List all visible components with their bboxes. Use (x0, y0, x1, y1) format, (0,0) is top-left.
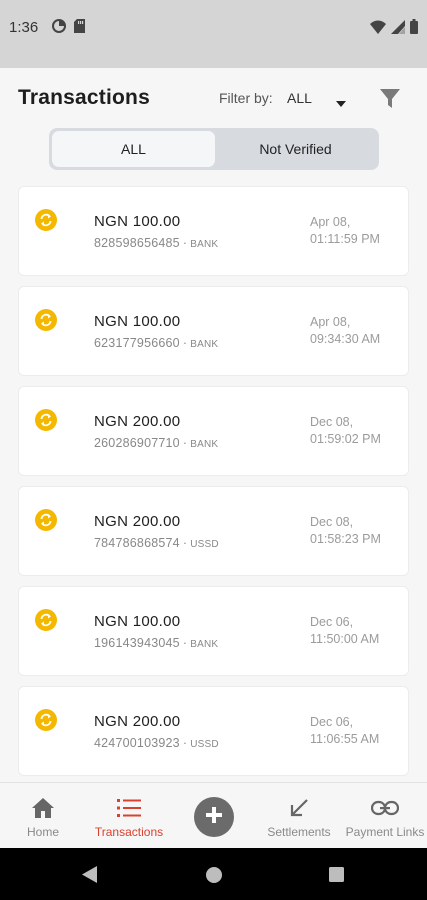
header: Transactions Filter by: ALL (0, 68, 427, 128)
transaction-reference: 260286907710 · BANK (94, 436, 219, 450)
transaction-card[interactable]: NGN 100.00 196143943045 · BANK Dec 06, 11:5… (18, 586, 409, 676)
transaction-date: Dec 06, 11:06:55 AM (310, 715, 380, 746)
transaction-date: Dec 08, 01:59:02 PM (310, 415, 381, 446)
filter-label: Filter by: (219, 90, 273, 106)
tab-not-verified[interactable]: Not Verified (215, 131, 376, 167)
transaction-amount: NGN 200.00 (94, 413, 181, 430)
home-icon (31, 795, 55, 821)
transaction-date: Dec 08, 01:58:23 PM (310, 515, 381, 546)
cell-signal-icon (391, 19, 405, 39)
transaction-card[interactable]: NGN 200.00 784786868574 · USSD Dec 08, 01:5… (18, 486, 409, 576)
chevron-down-icon[interactable] (336, 94, 346, 112)
transaction-reference: 196143943045 · BANK (94, 636, 219, 650)
transactions-screen: Transactions Filter by: ALL ALL Not Veri… (0, 68, 427, 782)
transaction-amount: NGN 100.00 (94, 313, 181, 330)
sync-pending-icon (35, 409, 57, 431)
link-icon (371, 795, 399, 821)
add-icon (204, 805, 224, 830)
transaction-date: Apr 08, 09:34:30 AM (310, 315, 381, 346)
sync-pending-icon (35, 509, 57, 531)
transaction-channel: USSD (190, 539, 219, 550)
transaction-card[interactable]: NGN 100.00 623177956660 · BANK Apr 08, 09:3… (18, 286, 409, 376)
transaction-reference: 784786868574 · USSD (94, 536, 219, 550)
transaction-card[interactable]: NGN 100.00 828598656485 · BANK Apr 08, 01:1… (18, 186, 409, 276)
arrow-down-left-icon (288, 795, 310, 821)
sync-pending-icon (35, 609, 57, 631)
transaction-amount: NGN 200.00 (94, 713, 181, 730)
nav-transactions-label: Transactions (94, 825, 164, 839)
add-button[interactable] (194, 797, 234, 837)
transaction-date: Apr 08, 01:11:59 PM (310, 215, 380, 246)
transaction-card[interactable]: NGN 200.00 424700103923 · USSD Dec 06, 11:0… (18, 686, 409, 776)
transaction-amount: NGN 100.00 (94, 213, 181, 230)
data-saver-icon (52, 19, 66, 38)
transaction-amount: NGN 200.00 (94, 513, 181, 530)
system-nav-bar (0, 848, 427, 900)
home-circle-icon[interactable] (206, 867, 222, 888)
nav-payment-links-label: Payment Links (345, 825, 425, 839)
transaction-amount: NGN 100.00 (94, 613, 181, 630)
nav-settlements-label: Settlements (267, 825, 331, 839)
sync-pending-icon (35, 209, 57, 231)
sync-pending-icon (35, 709, 57, 731)
transaction-channel: USSD (190, 739, 219, 750)
nav-payment-links[interactable]: Payment Links (345, 783, 425, 849)
list-icon (117, 795, 141, 821)
nav-home[interactable]: Home (24, 783, 62, 849)
transaction-date: Dec 06, 11:50:00 AM (310, 615, 380, 646)
transaction-channel: BANK (190, 439, 219, 450)
nav-transactions[interactable]: Transactions (88, 783, 170, 849)
segmented-control: ALL Not Verified (49, 128, 379, 170)
bottom-nav: Home Transactions Settlements Payment Li… (0, 782, 427, 848)
transaction-channel: BANK (190, 639, 219, 650)
filter-dropdown[interactable]: ALL (287, 90, 312, 106)
status-bar: 1:36 (0, 0, 427, 68)
nav-settlements[interactable]: Settlements (262, 783, 336, 849)
transaction-reference: 828598656485 · BANK (94, 236, 219, 250)
battery-icon (410, 19, 418, 39)
status-time: 1:36 (9, 19, 39, 36)
tab-all[interactable]: ALL (52, 131, 215, 167)
page-title: Transactions (18, 86, 150, 109)
wifi-icon (370, 20, 386, 39)
sync-pending-icon (35, 309, 57, 331)
sd-card-icon (74, 19, 85, 38)
transaction-channel: BANK (190, 339, 219, 350)
recents-icon[interactable] (329, 867, 344, 887)
funnel-icon[interactable] (378, 86, 402, 115)
transaction-reference: 623177956660 · BANK (94, 336, 219, 350)
back-icon[interactable] (82, 866, 97, 888)
transaction-channel: BANK (190, 239, 219, 250)
transaction-reference: 424700103923 · USSD (94, 736, 219, 750)
transaction-card[interactable]: NGN 200.00 260286907710 · BANK Dec 08, 01:5… (18, 386, 409, 476)
nav-home-label: Home (26, 825, 59, 839)
